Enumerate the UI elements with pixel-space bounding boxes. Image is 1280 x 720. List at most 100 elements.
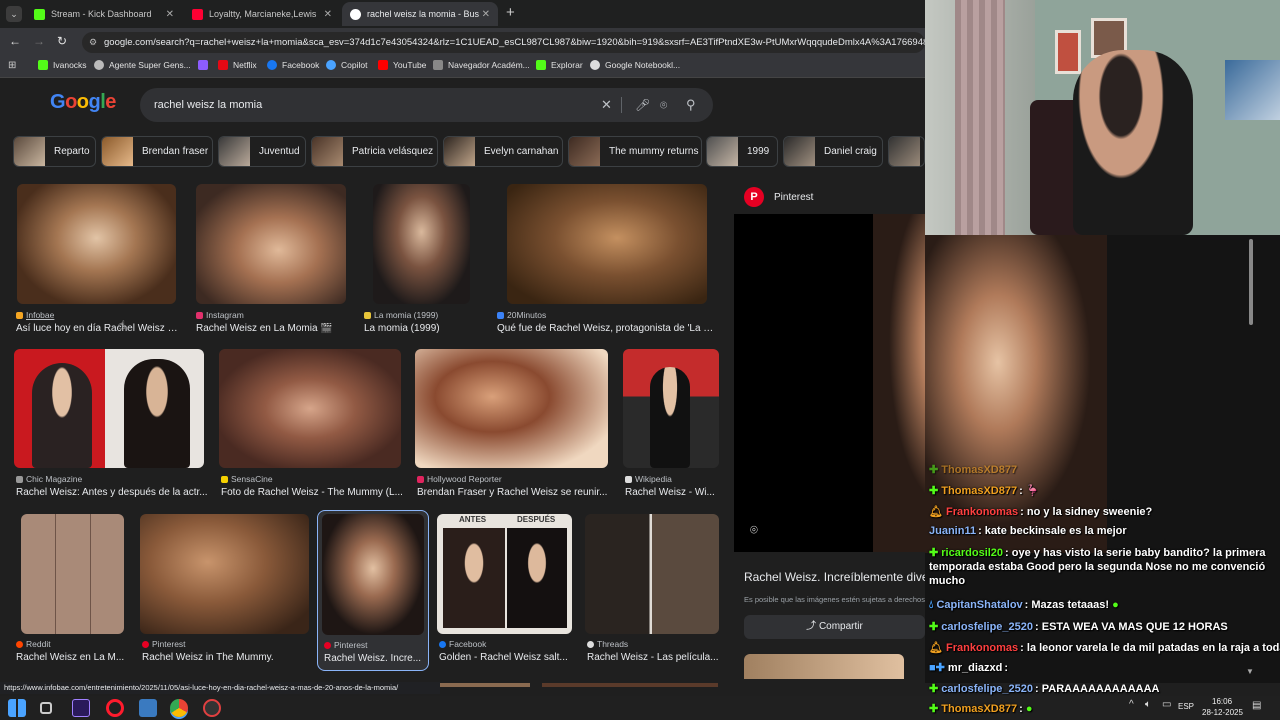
result-image[interactable] <box>507 184 707 304</box>
tab-google-search[interactable]: rachel weisz la momia - Buscar ✕ <box>342 2 498 26</box>
result-source[interactable]: Infobae <box>16 310 54 320</box>
bookmark-youtube[interactable]: YouTube <box>378 60 426 70</box>
bookmark-notebooklm[interactable]: Google Notebookl... <box>590 60 680 70</box>
result-source[interactable]: Reddit <box>16 639 51 649</box>
result-threads[interactable]: Threads Rachel Weisz - Las película... <box>585 514 720 669</box>
bookmark-ivanocks[interactable]: Ivanocks <box>38 60 87 70</box>
related-thumb-bottom[interactable] <box>440 683 530 687</box>
result-title[interactable]: Foto de Rachel Weisz - The Mummy (L... <box>221 487 403 498</box>
result-hollywood-reporter[interactable]: Hollywood Reporter Brendan Fraser y Rach… <box>415 349 610 504</box>
result-title[interactable]: La momia (1999) <box>364 323 480 334</box>
related-thumb-bottom[interactable] <box>542 683 718 687</box>
clock-date[interactable]: 28-12-2025 <box>1202 708 1243 717</box>
result-title[interactable]: Rachel Weisz in The Mummy. <box>142 652 308 663</box>
result-title[interactable]: Rachel Weisz: Antes y después de la actr… <box>16 487 208 498</box>
language-indicator[interactable]: ESP <box>1178 702 1194 711</box>
result-source[interactable]: Pinterest <box>324 640 368 650</box>
result-instagram[interactable]: Instagram Rachel Weisz en La Momia 🎬 <box>196 184 351 344</box>
close-icon[interactable]: ✕ <box>324 9 332 20</box>
chip-evelyn-carnahan[interactable]: Evelyn carnahan <box>443 136 563 167</box>
speaker-icon[interactable]: 🔈︎ <box>1145 699 1151 710</box>
close-icon[interactable]: ✕ <box>482 9 490 20</box>
bookmark-netflix[interactable]: Netflix <box>218 60 257 70</box>
chip-patricia-velasquez[interactable]: Patricia velásquez <box>311 136 438 167</box>
result-pinterest-2-selected[interactable]: Pinterest Rachel Weisz. Incre... <box>317 510 429 671</box>
result-title[interactable]: Rachel Weisz - Wi... <box>625 487 719 498</box>
preview-source[interactable]: P Pinterest <box>744 187 813 207</box>
chip-1999[interactable]: 1999 <box>706 136 778 167</box>
result-image[interactable] <box>21 514 124 634</box>
result-source[interactable]: Wikipedia <box>625 474 672 484</box>
tab-youtube[interactable]: Loyaltty, Marcianeke,Lewis ✕ <box>184 2 340 26</box>
result-facebook[interactable]: ANTES DESPUÉS Facebook Golden - Rachel W… <box>437 514 574 669</box>
opera-icon[interactable] <box>106 699 124 717</box>
windows-start-icon[interactable] <box>8 699 26 717</box>
after-effects-icon[interactable] <box>72 699 90 717</box>
result-title[interactable]: Rachel Weisz. Incre... <box>324 653 426 664</box>
recorder-icon[interactable] <box>203 699 221 717</box>
result-source[interactable]: Chic Magazine <box>16 474 82 484</box>
reload-icon[interactable]: ↻ <box>57 34 67 48</box>
lens-icon[interactable]: ⌾ <box>660 88 667 122</box>
chip-the-mummy-returns[interactable]: The mummy returns <box>568 136 702 167</box>
bookmark-purple[interactable] <box>198 60 213 70</box>
result-la-momia-1999[interactable]: La momia (1999) La momia (1999) <box>364 184 484 344</box>
mic-icon[interactable]: 🎤︎ <box>635 88 650 122</box>
bookmark-agente[interactable]: Agente Super Gens... <box>94 60 191 70</box>
tab-kick[interactable]: Stream - Kick Dashboard ✕ <box>26 2 182 26</box>
tray-chevron-icon[interactable]: ^ <box>1129 699 1134 710</box>
result-source[interactable]: Instagram <box>196 310 244 320</box>
result-source[interactable]: Hollywood Reporter <box>417 474 502 484</box>
chip-more[interactable] <box>888 136 925 167</box>
chip-brendan-fraser[interactable]: Brendan fraser <box>101 136 213 167</box>
result-chic-magazine[interactable]: Chic Magazine Rachel Weisz: Antes y desp… <box>14 349 209 504</box>
result-title[interactable]: Rachel Weisz en La M... <box>16 652 132 663</box>
result-source[interactable]: La momia (1999) <box>364 310 438 320</box>
result-image[interactable] <box>585 514 719 634</box>
chip-juventud[interactable]: Juventud <box>218 136 306 167</box>
result-source[interactable]: Threads <box>587 639 628 649</box>
new-tab-icon[interactable]: + <box>506 4 515 21</box>
result-wikipedia[interactable]: Wikipedia Rachel Weisz - Wi... <box>622 349 720 504</box>
lens-search-icon[interactable]: ⌾ <box>750 522 758 538</box>
notifications-icon[interactable]: ▤ <box>1252 700 1261 711</box>
address-bar[interactable]: ⚙ google.com/search?q=rachel+weisz+la+mo… <box>82 32 925 53</box>
back-icon[interactable]: ← <box>9 34 21 48</box>
clock-time[interactable]: 16:06 <box>1212 697 1232 706</box>
result-image[interactable] <box>373 184 470 304</box>
close-icon[interactable]: ✕ <box>166 9 174 20</box>
related-thumb[interactable] <box>744 654 904 679</box>
result-source[interactable]: SensaCine <box>221 474 273 484</box>
result-sensacine[interactable]: SensaCine Foto de Rachel Weisz - The Mum… <box>219 349 404 504</box>
task-view-icon[interactable] <box>40 702 52 714</box>
share-button[interactable]: ⤴ Compartir <box>744 615 925 639</box>
result-source[interactable]: Facebook <box>439 639 486 649</box>
result-title[interactable]: Qué fue de Rachel Weisz, protagonista de… <box>497 323 717 334</box>
chat-scrollbar[interactable] <box>1249 239 1253 325</box>
search-input[interactable]: rachel weisz la momia ✕ 🎤︎ ⌾ ⚲ <box>140 88 713 122</box>
apps-icon[interactable]: ⊞ <box>8 60 16 71</box>
result-image[interactable] <box>196 184 346 304</box>
chrome-icon[interactable] <box>170 699 188 717</box>
tab-search-icon[interactable]: ⌄ <box>6 6 22 22</box>
result-title[interactable]: Golden - Rachel Weisz salt... <box>439 652 573 663</box>
result-title[interactable]: Brendan Fraser y Rachel Weisz se reunir.… <box>417 487 609 498</box>
preview-title[interactable]: Rachel Weisz. Increíblemente divertida e… <box>744 570 925 584</box>
app-icon[interactable] <box>139 699 157 717</box>
result-title[interactable]: Rachel Weisz - Las película... <box>587 652 719 663</box>
result-image[interactable] <box>17 184 176 304</box>
result-title[interactable]: Así luce hoy en día Rachel Weisz a... <box>16 323 178 334</box>
result-image[interactable] <box>322 514 424 635</box>
result-source[interactable]: Pinterest <box>142 639 186 649</box>
google-logo[interactable]: Google <box>50 91 116 114</box>
bookmark-copilot[interactable]: Copilot <box>326 60 367 70</box>
chip-daniel-craig[interactable]: Daniel craig <box>783 136 883 167</box>
clear-icon[interactable]: ✕ <box>601 88 612 122</box>
result-image[interactable] <box>415 349 608 468</box>
forward-icon[interactable]: → <box>33 34 45 48</box>
bookmark-facebook[interactable]: Facebook <box>267 60 319 70</box>
result-pinterest-1[interactable]: Pinterest Rachel Weisz in The Mummy. <box>140 514 310 669</box>
result-title[interactable]: Rachel Weisz en La Momia 🎬 <box>196 323 346 334</box>
site-info-icon[interactable]: ⚙ <box>89 32 97 53</box>
chat-scroll-down-icon[interactable]: ▼ <box>1246 667 1254 676</box>
